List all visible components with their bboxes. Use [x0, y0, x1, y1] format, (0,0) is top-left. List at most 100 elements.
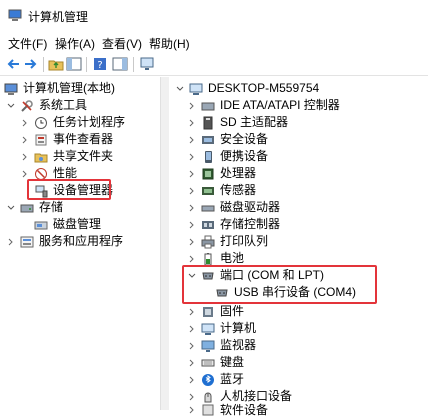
disk-drive-icon [201, 201, 215, 215]
folder-up-icon [48, 60, 64, 71]
show-hide-tree-button[interactable] [66, 56, 82, 72]
device-category-computer[interactable]: 计算机 [187, 320, 256, 337]
tree-item-event-viewer[interactable]: 事件查看器 [20, 131, 113, 148]
tree-label: 存储 [39, 200, 64, 214]
window-title: 计算机管理 [28, 10, 89, 24]
category-label: 安全设备 [220, 132, 269, 146]
device-category-security[interactable]: 安全设备 [187, 131, 268, 148]
storage-controller-icon [201, 218, 215, 232]
sd-card-icon [201, 116, 215, 130]
tree-label: 磁盘管理 [53, 217, 102, 231]
storage-icon [20, 201, 34, 215]
tree-item-device-manager[interactable]: 设备管理器 [34, 182, 113, 199]
tree-item-disk-management[interactable]: 磁盘管理 [34, 216, 101, 233]
chevron-right-icon[interactable] [187, 254, 197, 264]
chevron-right-icon[interactable] [187, 203, 197, 213]
device-category-sensors[interactable]: 传感器 [187, 182, 256, 199]
category-label: 蓝牙 [220, 372, 245, 386]
device-usb-serial-com4[interactable]: USB 串行设备 (COM4) [215, 284, 356, 301]
chevron-right-icon[interactable] [187, 118, 197, 128]
toolbar-separator [43, 57, 44, 72]
category-label: 计算机 [220, 321, 257, 335]
device-category-ide[interactable]: IDE ATA/ATAPI 控制器 [187, 97, 340, 114]
chevron-right-icon[interactable] [6, 237, 16, 247]
title-bar: 计算机管理 [0, 0, 428, 30]
tree-label: 设备管理器 [53, 183, 114, 197]
tree-item-storage[interactable]: 存储 [6, 199, 63, 216]
show-action-pane-button[interactable] [112, 56, 128, 72]
chevron-right-icon[interactable] [187, 392, 197, 402]
chevron-right-icon[interactable] [187, 237, 197, 247]
chevron-right-icon[interactable] [187, 101, 197, 111]
tree-item-task-scheduler[interactable]: 任务计划程序 [20, 114, 125, 131]
chevron-right-icon[interactable] [187, 135, 197, 145]
device-category-print-queues[interactable]: 打印队列 [187, 233, 268, 250]
chevron-right-icon[interactable] [187, 152, 197, 162]
category-label: 传感器 [220, 183, 257, 197]
chevron-right-icon[interactable] [20, 152, 30, 162]
device-category-storage-controllers[interactable]: 存储控制器 [187, 216, 280, 233]
chevron-right-icon[interactable] [20, 118, 30, 128]
device-category-software[interactable]: 软件设备 [187, 403, 268, 417]
toolbar-separator [86, 57, 87, 72]
device-manager-icon [34, 184, 48, 198]
chevron-right-icon[interactable] [187, 341, 197, 351]
device-category-disk-drives[interactable]: 磁盘驱动器 [187, 199, 280, 216]
device-category-processor[interactable]: 处理器 [187, 165, 256, 182]
menu-file[interactable]: 文件(F) [8, 35, 47, 52]
console-tree-icon [66, 57, 82, 71]
menu-help[interactable]: 帮助(H) [149, 35, 190, 52]
chevron-right-icon[interactable] [187, 307, 197, 317]
chevron-down-icon[interactable] [175, 84, 185, 94]
device-category-batteries[interactable]: 电池 [187, 250, 244, 267]
tree-item-system-tools[interactable]: 系统工具 [6, 97, 87, 114]
port-icon [215, 286, 229, 300]
tree-item-shared-folders[interactable]: 共享文件夹 [20, 148, 113, 165]
tree-label: 共享文件夹 [53, 149, 114, 163]
menu-bar: 文件(F) 操作(A) 查看(V) 帮助(H) [0, 32, 428, 52]
device-category-keyboards[interactable]: 键盘 [187, 354, 244, 371]
device-category-bluetooth[interactable]: 蓝牙 [187, 371, 244, 388]
tree-item-performance[interactable]: 性能 [20, 165, 77, 182]
chevron-right-icon[interactable] [187, 405, 197, 415]
back-button[interactable] [5, 56, 21, 72]
port-icon [201, 269, 215, 283]
menu-view[interactable]: 查看(V) [102, 35, 142, 52]
chevron-right-icon[interactable] [187, 169, 197, 179]
category-label: IDE ATA/ATAPI 控制器 [220, 98, 340, 112]
chevron-right-icon[interactable] [187, 186, 197, 196]
chevron-right-icon[interactable] [187, 324, 197, 334]
forward-button[interactable] [23, 56, 39, 72]
device-category-monitors[interactable]: 监视器 [187, 337, 256, 354]
properties-button[interactable] [139, 56, 155, 72]
category-label: 电池 [220, 251, 245, 265]
category-label: 处理器 [220, 166, 257, 180]
device-category-firmware[interactable]: 固件 [187, 303, 244, 320]
chevron-down-icon[interactable] [187, 271, 197, 281]
chevron-right-icon[interactable] [187, 375, 197, 385]
clock-icon [34, 116, 48, 130]
chevron-right-icon[interactable] [20, 169, 30, 179]
device-category-ports[interactable]: 端口 (COM 和 LPT) [187, 267, 324, 284]
device-tree-root[interactable]: DESKTOP-M559754 [175, 80, 319, 97]
services-icon [20, 235, 34, 249]
chevron-down-icon[interactable] [6, 203, 16, 213]
chevron-right-icon[interactable] [187, 220, 197, 230]
tree-root-computer-management[interactable]: 计算机管理(本地) [4, 80, 115, 97]
chevron-down-icon[interactable] [6, 101, 16, 111]
sensor-icon [201, 184, 215, 198]
computer-management-icon [4, 82, 18, 96]
category-label: 监视器 [220, 338, 257, 352]
monitor-icon [201, 339, 215, 353]
up-folder-button[interactable] [48, 56, 64, 72]
chevron-right-icon[interactable] [187, 358, 197, 368]
shared-folder-icon [34, 150, 48, 164]
menu-action[interactable]: 操作(A) [55, 35, 95, 52]
device-category-portable[interactable]: 便携设备 [187, 148, 268, 165]
device-category-sd-host[interactable]: SD 主适配器 [187, 114, 288, 131]
security-device-icon [201, 133, 215, 147]
help-button[interactable]: ? [92, 56, 108, 72]
tree-label: 计算机管理(本地) [23, 81, 115, 95]
chevron-right-icon[interactable] [20, 135, 30, 145]
tree-item-services-applications[interactable]: 服务和应用程序 [6, 233, 123, 250]
